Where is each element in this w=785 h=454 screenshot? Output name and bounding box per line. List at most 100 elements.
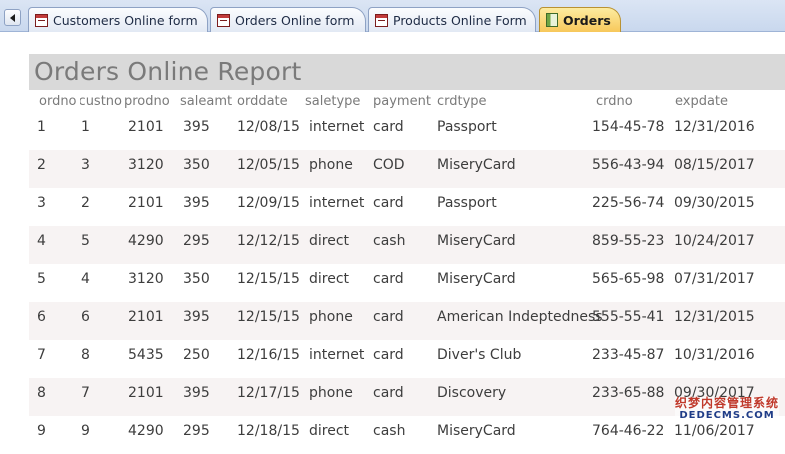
cell-crdno: 233-45-87 xyxy=(592,347,665,363)
table-row: 4 5 4290 295 12/12/15 direct cash MiseryCard 859… xyxy=(29,226,785,264)
table-row: 5 4 3120 350 12/15/15 direct card MiseryCard 565… xyxy=(29,264,785,302)
cell-orddate: 12/05/15 xyxy=(237,157,300,173)
cell-payment: card xyxy=(373,195,404,211)
cell-crdtype: Diver's Club xyxy=(437,347,522,363)
cell-crdno: 233-65-88 xyxy=(592,385,665,401)
cell-ordno: 4 xyxy=(37,233,46,249)
cell-expdate: 12/31/2016 xyxy=(674,119,755,135)
cell-custno: 1 xyxy=(81,119,90,135)
column-header-expdate: expdate xyxy=(675,94,729,109)
column-header-orddate: orddate xyxy=(237,94,288,109)
tab-orders-online-form[interactable]: Orders Online form xyxy=(210,7,366,32)
table-row: 3 2 2101 395 12/09/15 internet card Passport 225… xyxy=(29,188,785,226)
cell-saletype: internet xyxy=(309,195,365,211)
cell-crdtype: Passport xyxy=(437,119,497,135)
cell-crdno: 154-45-78 xyxy=(592,119,665,135)
cell-prodno: 2101 xyxy=(128,195,164,211)
cell-prodno: 2101 xyxy=(128,385,164,401)
table-row: 8 7 2101 395 12/17/15 phone card Discovery 233-6… xyxy=(29,378,785,416)
cell-custno: 7 xyxy=(81,385,90,401)
tab-customers-online-form[interactable]: Customers Online form xyxy=(28,7,208,32)
cell-payment: cash xyxy=(373,233,406,249)
cell-custno: 9 xyxy=(81,423,90,439)
cell-expdate: 07/31/2017 xyxy=(674,271,755,287)
cell-payment: card xyxy=(373,347,404,363)
tab-label: Customers Online form xyxy=(53,12,198,28)
cell-crdno: 764-46-22 xyxy=(592,423,665,439)
cell-orddate: 12/15/15 xyxy=(237,309,300,325)
watermark-line-2: DEDECMS.COM xyxy=(679,410,775,421)
column-header-custno: custno xyxy=(80,94,122,109)
cell-custno: 4 xyxy=(81,271,90,287)
cell-ordno: 3 xyxy=(37,195,46,211)
cell-crdtype: American Indeptedness xyxy=(437,309,603,325)
cell-ordno: 6 xyxy=(37,309,46,325)
column-header-saletype: saletype xyxy=(305,94,361,109)
cell-crdno: 225-56-74 xyxy=(592,195,665,211)
cell-crdtype: MiseryCard xyxy=(437,423,516,439)
cell-saleamt: 395 xyxy=(183,195,210,211)
cell-saleamt: 250 xyxy=(183,347,210,363)
site-watermark: 织梦内容管理系统 DEDECMS.COM xyxy=(674,396,779,422)
cell-ordno: 2 xyxy=(37,157,46,173)
cell-prodno: 3120 xyxy=(128,271,164,287)
cell-saleamt: 395 xyxy=(183,119,210,135)
cell-prodno: 4290 xyxy=(128,233,164,249)
document-tab-strip: Customers Online form Orders Online form… xyxy=(0,0,785,32)
cell-orddate: 12/08/15 xyxy=(237,119,300,135)
column-header-prodno: prodno xyxy=(124,94,170,109)
cell-payment: card xyxy=(373,271,404,287)
cell-orddate: 12/15/15 xyxy=(237,271,300,287)
cell-saletype: direct xyxy=(309,271,350,287)
cell-saleamt: 395 xyxy=(183,385,210,401)
form-icon xyxy=(217,13,230,27)
cell-crdtype: MiseryCard xyxy=(437,271,516,287)
column-header-saleamt: saleamt xyxy=(180,94,233,109)
table-row: 1 1 2101 395 12/08/15 internet card Passport 154… xyxy=(29,112,785,150)
watermark-line-1: 织梦内容管理系统 xyxy=(674,396,779,410)
cell-saletype: internet xyxy=(309,119,365,135)
cell-crdno: 556-43-94 xyxy=(592,157,665,173)
cell-custno: 8 xyxy=(81,347,90,363)
cell-saletype: phone xyxy=(309,309,353,325)
cell-custno: 2 xyxy=(81,195,90,211)
cell-prodno: 2101 xyxy=(128,119,164,135)
table-row: 2 3 3120 350 12/05/15 phone COD MiseryCard 556-4… xyxy=(29,150,785,188)
cell-expdate: 10/24/2017 xyxy=(674,233,755,249)
tab-label: Orders Online form xyxy=(235,12,355,28)
cell-expdate: 08/15/2017 xyxy=(674,157,755,173)
cell-expdate: 09/30/2015 xyxy=(674,195,755,211)
cell-payment: card xyxy=(373,385,404,401)
column-header-crdno: crdno xyxy=(596,94,633,109)
cell-prodno: 4290 xyxy=(128,423,164,439)
cell-ordno: 7 xyxy=(37,347,46,363)
cell-saleamt: 350 xyxy=(183,271,210,287)
cell-saleamt: 395 xyxy=(183,309,210,325)
table-row: 6 6 2101 395 12/15/15 phone card American Indep… xyxy=(29,302,785,340)
cell-ordno: 8 xyxy=(37,385,46,401)
tab-products-online-form[interactable]: Products Online Form xyxy=(368,7,536,32)
form-icon xyxy=(35,13,48,27)
tab-orders-report[interactable]: Orders xyxy=(539,7,621,32)
cell-crdtype: MiseryCard xyxy=(437,233,516,249)
cell-crdno: 859-55-23 xyxy=(592,233,665,249)
report-title: Orders Online Report xyxy=(34,57,302,86)
tab-scroll-left-button[interactable] xyxy=(4,9,21,26)
column-header-payment: payment xyxy=(373,94,431,109)
cell-payment: cash xyxy=(373,423,406,439)
column-header-crdtype: crdtype xyxy=(437,94,487,109)
report-header-band: Orders Online Report xyxy=(29,54,785,90)
cell-saletype: phone xyxy=(309,157,353,173)
cell-prodno: 5435 xyxy=(128,347,164,363)
cell-prodno: 2101 xyxy=(128,309,164,325)
cell-expdate: 12/31/2015 xyxy=(674,309,755,325)
cell-orddate: 12/18/15 xyxy=(237,423,300,439)
cell-saletype: internet xyxy=(309,347,365,363)
cell-prodno: 3120 xyxy=(128,157,164,173)
cell-crdno: 565-65-98 xyxy=(592,271,665,287)
table-row: 7 8 5435 250 12/16/15 internet card Diver's Clu… xyxy=(29,340,785,378)
cell-ordno: 9 xyxy=(37,423,46,439)
table-row: 9 9 4290 295 12/18/15 direct cash MiseryCard 764… xyxy=(29,416,785,454)
cell-saleamt: 350 xyxy=(183,157,210,173)
cell-orddate: 12/17/15 xyxy=(237,385,300,401)
